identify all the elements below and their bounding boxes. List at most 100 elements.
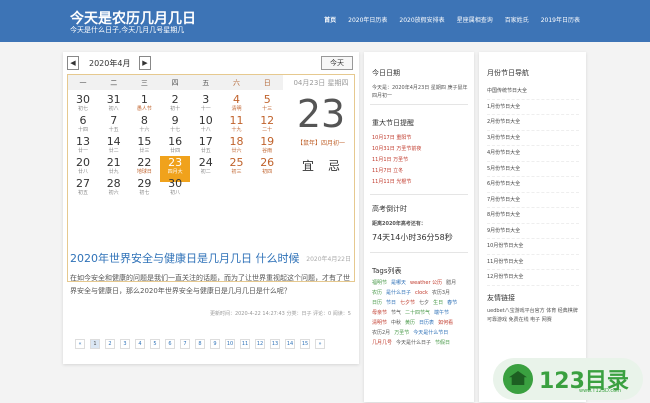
exam-title: 高考倒计时 xyxy=(372,205,407,213)
today-title: 今日日期 xyxy=(372,69,400,77)
month-link[interactable]: 10月份节日大全 xyxy=(487,239,579,255)
tag-link[interactable]: 春节 xyxy=(447,300,457,306)
tag-link[interactable]: 农历3月 xyxy=(432,290,450,296)
day-number: 15 xyxy=(137,135,152,148)
festival-item[interactable]: 10月17日 重阳节 xyxy=(372,134,411,141)
tag-link[interactable]: 福明节 xyxy=(372,280,387,286)
page-link[interactable]: 3 xyxy=(120,339,130,349)
day-lunar: 十六 xyxy=(139,127,150,133)
day-number: 7 xyxy=(110,114,118,127)
tag-link[interactable]: 是哪天 xyxy=(391,280,406,286)
nav-surname[interactable]: 百家姓氏 xyxy=(505,15,529,24)
calendar-day[interactable]: 27 初五 xyxy=(68,177,98,203)
tag-link[interactable]: 今天是什么日子 xyxy=(396,340,431,346)
month-link[interactable]: 11月份节日大全 xyxy=(487,255,579,270)
page-link[interactable]: 14 xyxy=(285,339,295,349)
nav-2020-calendar[interactable]: 2020年日历表 xyxy=(348,15,387,24)
calendar-day[interactable]: 29 初七 xyxy=(129,177,159,203)
nav-zodiac[interactable]: 星座属相查询 xyxy=(457,15,493,24)
tag-link[interactable]: 二十四节气 xyxy=(405,310,430,316)
month-label[interactable]: 2020年4月 xyxy=(89,58,130,69)
month-link[interactable]: 12月份节日大全 xyxy=(487,270,579,286)
divider xyxy=(370,104,468,105)
month-link[interactable]: 4月份节日大全 xyxy=(487,146,579,162)
day-number: 21 xyxy=(106,156,121,169)
month-link[interactable]: 8月份节日大全 xyxy=(487,208,579,224)
tag-link[interactable]: 黄历 xyxy=(405,320,415,326)
page-link[interactable]: 9 xyxy=(210,339,220,349)
tag-link[interactable]: 日历表 xyxy=(419,320,434,326)
tag-link[interactable]: 日历 xyxy=(372,300,382,306)
page-link[interactable]: 6 xyxy=(165,339,175,349)
tag-link[interactable]: 七夕节 xyxy=(400,300,415,306)
today-button[interactable]: 今天 xyxy=(321,56,353,70)
page-link[interactable]: 4 xyxy=(135,339,145,349)
article-meta: 更新时间：2020-4-22 14:27:43 分类：日子 评论：0 阅读：5 xyxy=(209,311,351,317)
tag-link[interactable]: 几月几号 xyxy=(372,340,392,346)
tag-link[interactable]: 七夕 xyxy=(419,300,429,306)
festival-item[interactable]: 11月7日 立冬 xyxy=(372,167,403,174)
yi-label: 宜 xyxy=(301,159,328,173)
month-link[interactable]: 2月份节日大全 xyxy=(487,115,579,131)
tag-link[interactable]: 今天是什么节日 xyxy=(413,330,448,336)
page-link[interactable]: 11 xyxy=(240,339,250,349)
page-link[interactable]: « xyxy=(75,339,85,349)
tag-link[interactable]: 腊月 xyxy=(446,280,456,286)
page-link[interactable]: 7 xyxy=(180,339,190,349)
article-title[interactable]: 2020年世界安全与健康日是几月几日 什么时候 xyxy=(70,250,300,266)
weekday-label: 六 xyxy=(233,79,240,87)
prev-month-button[interactable]: ◀ xyxy=(67,56,79,70)
nav-holiday[interactable]: 2020放假安排表 xyxy=(399,15,444,24)
month-link[interactable]: 5月份节日大全 xyxy=(487,162,579,177)
month-link[interactable]: 1月份节日大全 xyxy=(487,100,579,115)
page-link[interactable]: 8 xyxy=(195,339,205,349)
tag-link[interactable]: 节假日 xyxy=(435,340,450,346)
nav-home[interactable]: 首页 xyxy=(324,15,336,24)
festival-item[interactable]: 11月1日 万圣节 xyxy=(372,156,408,163)
tag-link[interactable]: 如何看 xyxy=(438,320,453,326)
tag-link[interactable]: 中秋 xyxy=(391,320,401,326)
page-link[interactable]: 13 xyxy=(270,339,280,349)
day-number: 4 xyxy=(233,93,240,106)
tag-link[interactable]: weather 公历 xyxy=(410,280,442,286)
month-link[interactable]: 7月份节日大全 xyxy=(487,193,579,208)
day-number: 6 xyxy=(79,114,87,127)
friend-links[interactable]: uedbet八宝游戏平台官方 体育 经典棋牌 可靠游戏 免费在线 电子 网赛 xyxy=(487,307,579,325)
tag-link[interactable]: clock xyxy=(415,290,428,296)
divider xyxy=(370,194,468,195)
calendar-day[interactable]: 26 初四 xyxy=(252,156,282,182)
tag-link[interactable]: 清明节 xyxy=(372,320,387,326)
tag-link[interactable]: 节气 xyxy=(391,310,401,316)
month-link[interactable]: 中国传统节日大全 xyxy=(487,84,579,100)
day-lunar: 初二 xyxy=(200,169,211,175)
tag-link[interactable]: 农历2月 xyxy=(372,330,390,336)
tag-link[interactable]: 是什么日子 xyxy=(386,290,411,296)
nav-2019-calendar[interactable]: 2019年日历表 xyxy=(541,15,580,24)
page-link[interactable]: 12 xyxy=(255,339,265,349)
calendar-day[interactable]: 25 初三 xyxy=(222,156,252,182)
page-link[interactable]: 15 xyxy=(300,339,310,349)
tag-link[interactable]: 端午节 xyxy=(434,310,449,316)
month-link[interactable]: 3月份节日大全 xyxy=(487,131,579,146)
page-link[interactable]: 1 xyxy=(90,339,100,349)
day-number: 28 xyxy=(106,177,121,190)
festival-item[interactable]: 11月11日 光棍节 xyxy=(372,178,411,185)
calendar-day[interactable]: 30 初八 xyxy=(160,177,190,203)
month-link[interactable]: 9月份节日大全 xyxy=(487,224,579,239)
festival-item[interactable]: 10月31日 万圣节前夜 xyxy=(372,145,421,152)
day-number: 29 xyxy=(137,177,152,190)
calendar-day[interactable]: 28 初六 xyxy=(99,177,129,203)
page-link[interactable]: 5 xyxy=(150,339,160,349)
tag-link[interactable]: 节日 xyxy=(386,300,396,306)
tag-link[interactable]: 生日 xyxy=(433,300,443,306)
month-link[interactable]: 6月份节日大全 xyxy=(487,177,579,193)
page-link[interactable]: 2 xyxy=(105,339,115,349)
tag-link[interactable]: 万圣节 xyxy=(394,330,409,336)
page-link[interactable]: 10 xyxy=(225,339,235,349)
tag-link[interactable]: 母亲节 xyxy=(372,310,387,316)
calendar-day[interactable]: 24 初二 xyxy=(191,156,221,182)
next-month-button[interactable]: ▶ xyxy=(139,56,151,70)
tag-link[interactable]: 农历 xyxy=(372,290,382,296)
page-link[interactable]: » xyxy=(315,339,325,349)
day-lunar: 十八 xyxy=(200,127,211,133)
